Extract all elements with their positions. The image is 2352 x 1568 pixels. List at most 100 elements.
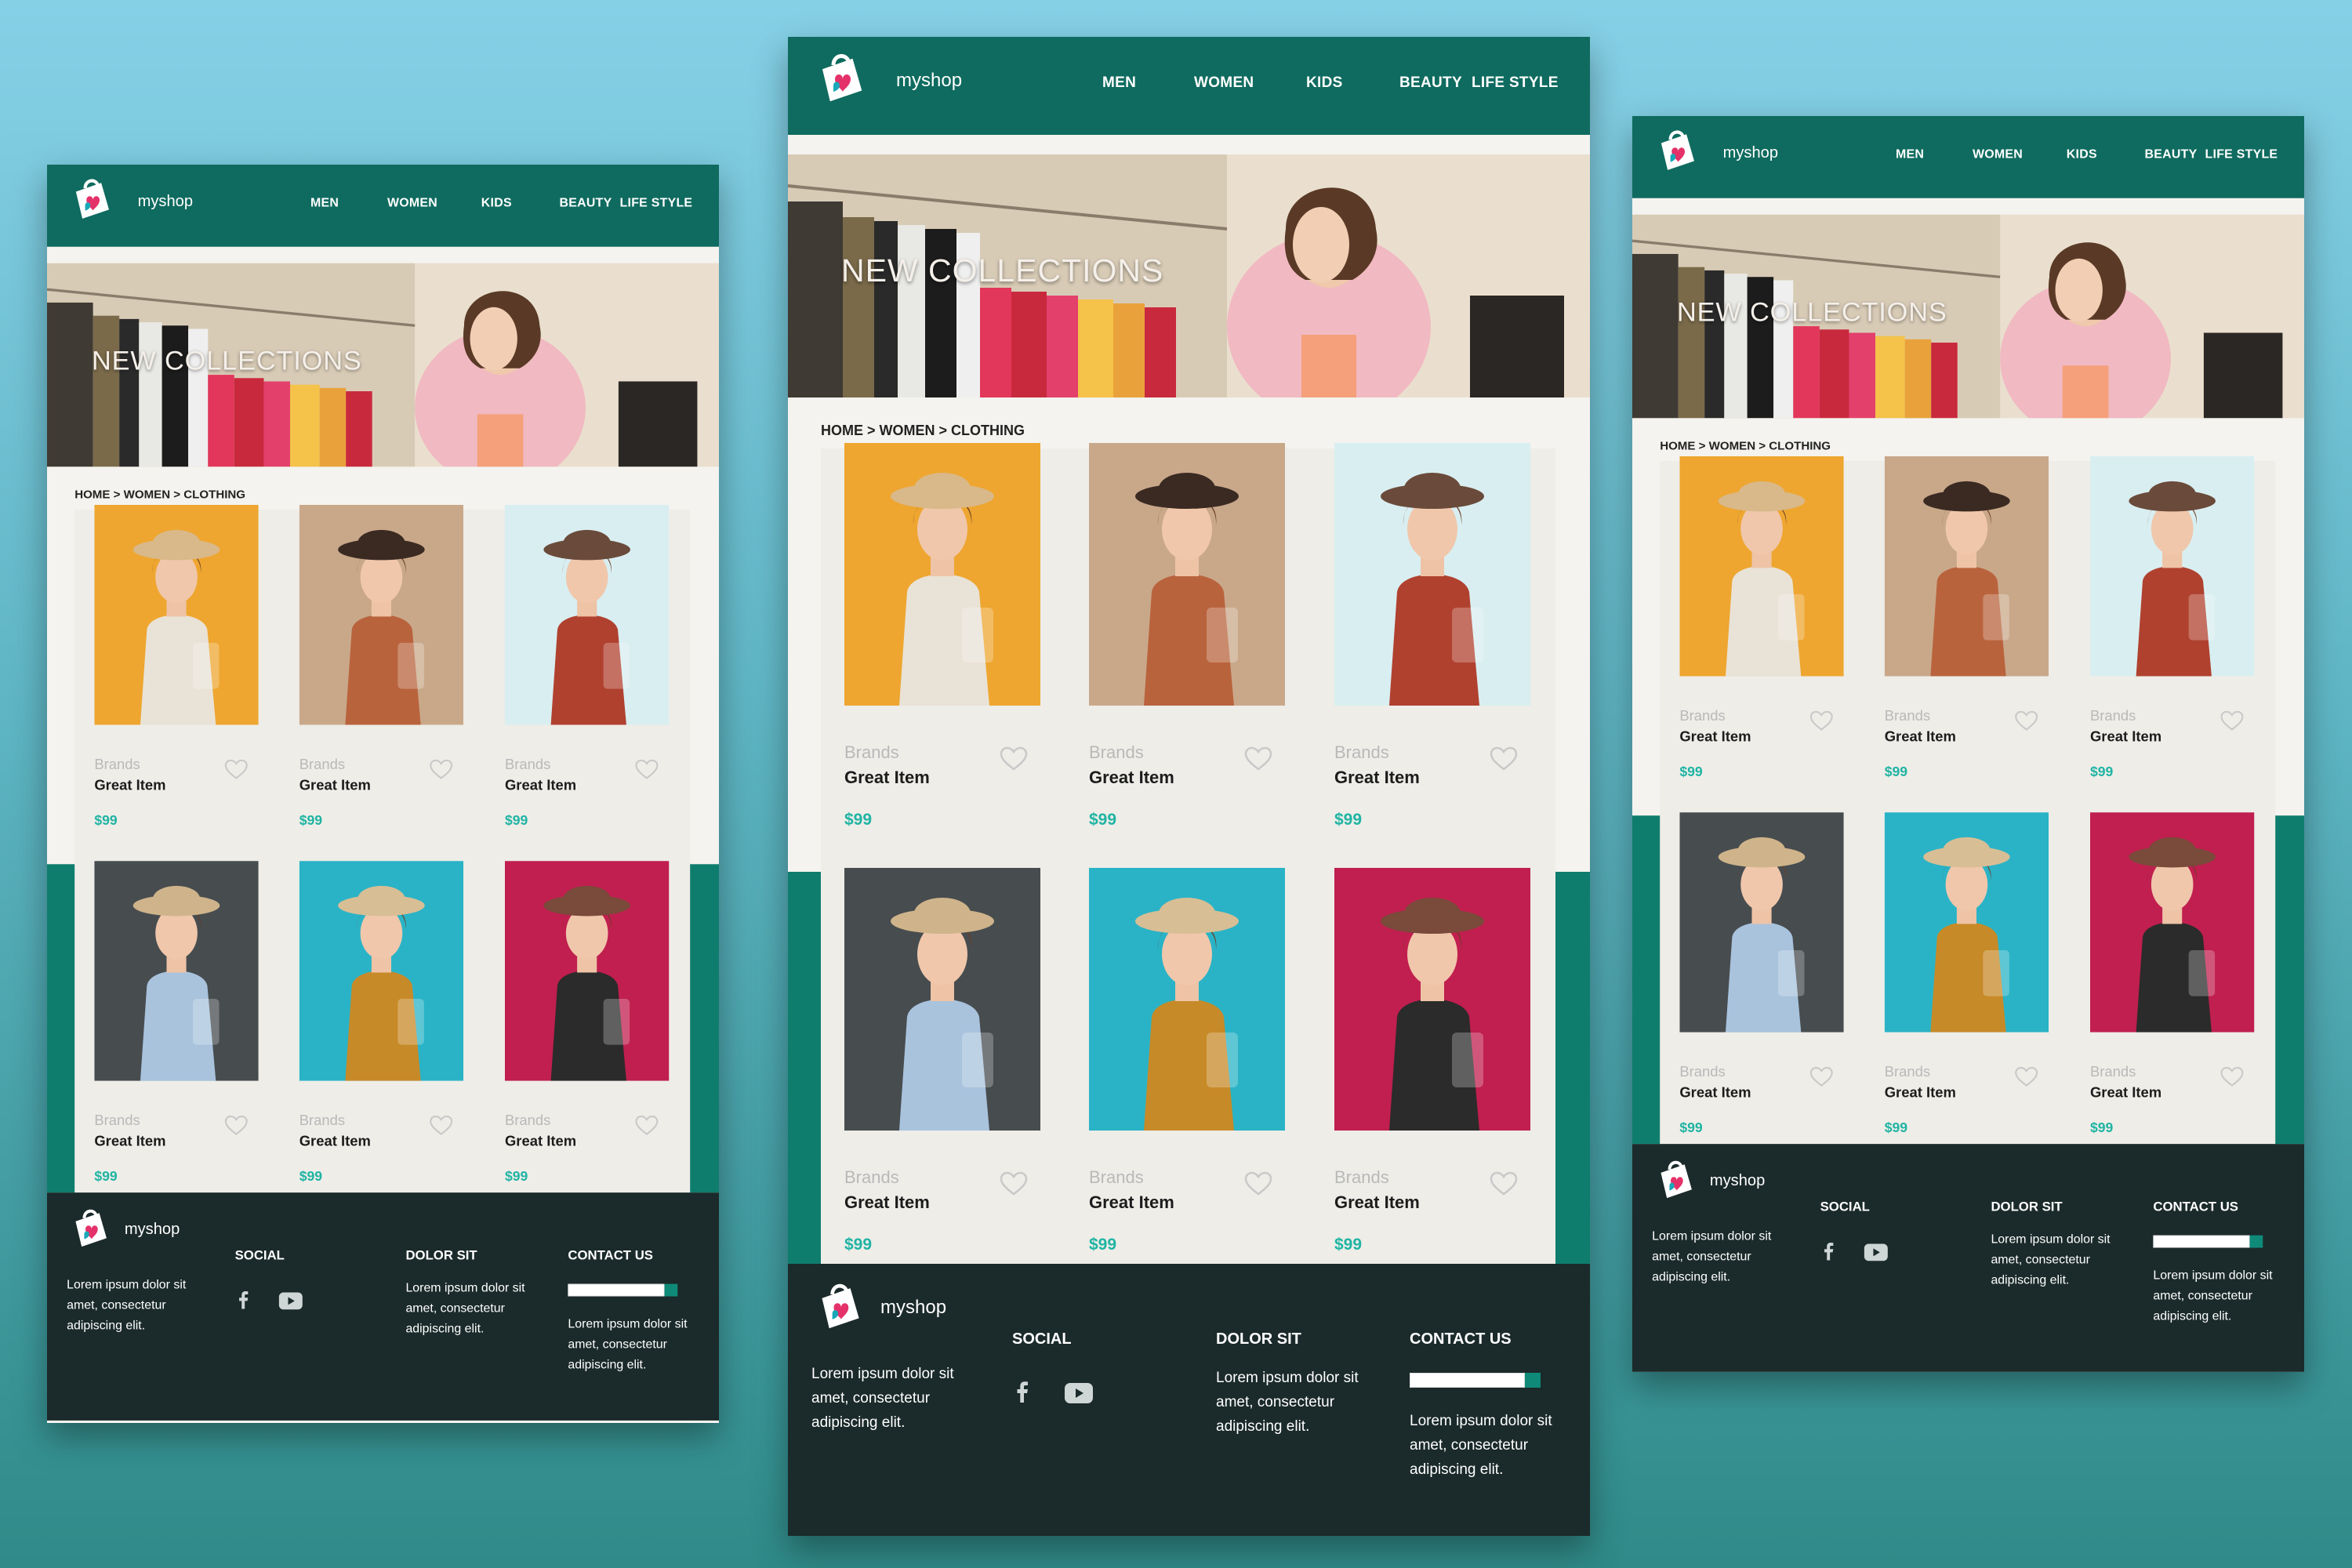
brand-name[interactable]: myshop: [896, 70, 962, 92]
product-name[interactable]: Great Item: [1885, 1084, 1956, 1102]
product-card[interactable]: Brands Great Item $99: [1679, 812, 1844, 1135]
heart-icon[interactable]: [2220, 710, 2244, 731]
youtube-icon[interactable]: [1065, 1381, 1093, 1405]
nav-beauty[interactable]: BEAUTY: [2144, 147, 2197, 162]
heart-icon[interactable]: [1244, 746, 1272, 771]
shopping-bag-logo-icon[interactable]: [816, 51, 866, 103]
nav-life-style[interactable]: LIFE STYLE: [1472, 74, 1559, 92]
shopping-bag-logo-icon[interactable]: [71, 176, 113, 220]
breadcrumb[interactable]: HOME > WOMEN > CLOTHING: [821, 423, 1025, 439]
heart-icon[interactable]: [1490, 746, 1518, 771]
product-card[interactable]: Brands Great Item $99: [299, 861, 464, 1184]
nav-kids[interactable]: KIDS: [481, 196, 512, 210]
brand-name[interactable]: myshop: [1723, 143, 1778, 162]
product-card[interactable]: Brands Great Item $99: [844, 868, 1040, 1254]
heart-icon[interactable]: [1000, 1171, 1028, 1196]
product-image[interactable]: [1884, 812, 2049, 1033]
product-card[interactable]: Brands Great Item $99: [844, 443, 1040, 829]
breadcrumb[interactable]: HOME > WOMEN > CLOTHING: [74, 488, 245, 502]
nav-kids[interactable]: KIDS: [2067, 147, 2097, 162]
product-card[interactable]: Brands Great Item $99: [94, 504, 259, 828]
shopping-bag-logo-icon[interactable]: [816, 1281, 863, 1330]
facebook-icon[interactable]: [234, 1290, 253, 1309]
product-name[interactable]: Great Item: [1334, 1192, 1420, 1213]
nav-beauty[interactable]: BEAUTY: [559, 196, 612, 210]
product-card[interactable]: Brands Great Item $99: [1089, 443, 1285, 829]
product-image[interactable]: [299, 504, 464, 725]
product-name[interactable]: Great Item: [94, 777, 165, 794]
nav-women[interactable]: WOMEN: [1194, 74, 1254, 92]
heart-icon[interactable]: [1809, 1066, 1833, 1087]
heart-icon[interactable]: [1244, 1171, 1272, 1196]
product-name[interactable]: Great Item: [505, 1133, 576, 1150]
product-name[interactable]: Great Item: [2090, 728, 2161, 746]
newsletter-email-input[interactable]: [2153, 1235, 2250, 1248]
product-name[interactable]: Great Item: [505, 777, 576, 794]
product-card[interactable]: Brands Great Item $99: [504, 861, 670, 1184]
heart-icon[interactable]: [2015, 710, 2038, 731]
product-name[interactable]: Great Item: [1089, 1192, 1174, 1213]
nav-women[interactable]: WOMEN: [387, 196, 437, 210]
youtube-icon[interactable]: [1864, 1243, 1888, 1262]
product-card[interactable]: Brands Great Item $99: [2089, 456, 2255, 779]
nav-life-style[interactable]: LIFE STYLE: [2205, 147, 2278, 162]
product-name[interactable]: Great Item: [299, 1133, 371, 1150]
product-card[interactable]: Brands Great Item $99: [1679, 456, 1844, 779]
product-image[interactable]: [1679, 456, 1844, 677]
product-name[interactable]: Great Item: [1679, 1084, 1751, 1102]
product-name[interactable]: Great Item: [1679, 728, 1751, 746]
product-image[interactable]: [1679, 812, 1844, 1033]
breadcrumb[interactable]: HOME > WOMEN > CLOTHING: [1660, 439, 1831, 453]
heart-icon[interactable]: [224, 1115, 248, 1136]
heart-icon[interactable]: [430, 759, 453, 780]
shopping-bag-logo-icon[interactable]: [71, 1207, 110, 1248]
product-image[interactable]: [2089, 812, 2255, 1033]
product-name[interactable]: Great Item: [1885, 728, 1956, 746]
brand-name[interactable]: myshop: [138, 192, 193, 210]
product-name[interactable]: Great Item: [1334, 768, 1420, 788]
facebook-icon[interactable]: [1819, 1241, 1838, 1261]
product-card[interactable]: Brands Great Item $99: [1089, 868, 1285, 1254]
product-card[interactable]: Brands Great Item $99: [2089, 812, 2255, 1135]
newsletter-email-input[interactable]: [568, 1283, 665, 1297]
heart-icon[interactable]: [1490, 1171, 1518, 1196]
product-image[interactable]: [504, 504, 670, 725]
youtube-icon[interactable]: [278, 1291, 303, 1311]
product-image[interactable]: [844, 443, 1040, 706]
product-image[interactable]: [94, 861, 259, 1081]
nav-kids[interactable]: KIDS: [1306, 74, 1343, 92]
heart-icon[interactable]: [1809, 710, 1833, 731]
product-card[interactable]: Brands Great Item $99: [504, 504, 670, 828]
product-name[interactable]: Great Item: [94, 1133, 165, 1150]
product-name[interactable]: Great Item: [844, 768, 930, 788]
heart-icon[interactable]: [635, 1115, 659, 1136]
product-image[interactable]: [299, 861, 464, 1081]
facebook-icon[interactable]: [1011, 1380, 1034, 1403]
product-card[interactable]: Brands Great Item $99: [1884, 812, 2049, 1135]
nav-men[interactable]: MEN: [1896, 147, 1924, 162]
product-image[interactable]: [1884, 456, 2049, 677]
product-card[interactable]: Brands Great Item $99: [94, 861, 259, 1184]
product-name[interactable]: Great Item: [844, 1192, 930, 1213]
nav-women[interactable]: WOMEN: [1973, 147, 2023, 162]
footer-brand[interactable]: myshop: [125, 1220, 180, 1238]
heart-icon[interactable]: [2015, 1066, 2038, 1087]
footer-brand[interactable]: myshop: [880, 1297, 946, 1319]
newsletter-submit-button[interactable]: [664, 1283, 678, 1297]
product-image[interactable]: [844, 868, 1040, 1131]
heart-icon[interactable]: [430, 1115, 453, 1136]
nav-beauty[interactable]: BEAUTY: [1399, 74, 1462, 92]
shopping-bag-logo-icon[interactable]: [1656, 128, 1698, 171]
heart-icon[interactable]: [224, 759, 248, 780]
nav-men[interactable]: MEN: [310, 196, 339, 210]
product-name[interactable]: Great Item: [299, 777, 371, 794]
product-image[interactable]: [1334, 443, 1530, 706]
product-card[interactable]: Brands Great Item $99: [1884, 456, 2049, 779]
product-card[interactable]: Brands Great Item $99: [1334, 443, 1530, 829]
product-name[interactable]: Great Item: [2090, 1084, 2161, 1102]
product-image[interactable]: [2089, 456, 2255, 677]
product-image[interactable]: [94, 504, 259, 725]
product-card[interactable]: Brands Great Item $99: [1334, 868, 1530, 1254]
product-image[interactable]: [1089, 443, 1285, 706]
heart-icon[interactable]: [2220, 1066, 2244, 1087]
